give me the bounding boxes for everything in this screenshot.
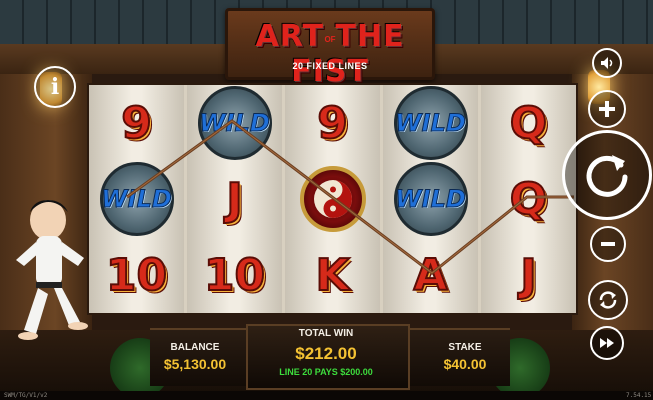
symbol-9: 9 — [120, 97, 153, 150]
symbol-9: 9 — [316, 97, 349, 150]
stake-value: $40.00 — [443, 356, 487, 372]
symbol-cell: WILD — [383, 161, 478, 237]
footer-bar — [0, 391, 653, 400]
info-icon: i — [50, 74, 60, 100]
karate-character — [16, 200, 88, 340]
symbol-cell: J — [481, 237, 576, 313]
minus-icon — [601, 242, 615, 246]
stake-label: STAKE — [448, 342, 482, 353]
yin-yang-icon — [299, 166, 366, 232]
symbol-10: 10 — [203, 249, 266, 302]
wild-symbol: WILD — [393, 86, 468, 160]
footer-version: 7.54.15 — [626, 392, 652, 399]
symbol-cell: WILD — [187, 85, 282, 161]
symbol-cell: K — [285, 237, 380, 313]
line-win-text: LINE 20 PAYS $200.00 — [279, 367, 373, 377]
symbol-cell: WILD — [89, 161, 184, 237]
game-scene: ART THE FIST OF 20 FIXED LINES 9 WILD 10… — [0, 0, 653, 400]
spin-button[interactable] — [562, 130, 652, 220]
balance-label: BALANCE — [170, 342, 220, 353]
footer-game-code: SWM/TG/V1/v2 — [4, 392, 48, 399]
reel-2: WILD J 10 — [187, 85, 282, 313]
game-logo: ART THE FIST OF 20 FIXED LINES — [225, 8, 435, 89]
symbol-cell: 9 — [89, 85, 184, 161]
autoplay-button[interactable] — [588, 280, 628, 320]
reel-1: 9 WILD 10 — [89, 85, 184, 313]
info-button[interactable]: i — [34, 66, 76, 108]
symbol-cell: J — [187, 161, 282, 237]
logo-title: ART THE FIST — [255, 19, 405, 89]
reel-grid: 9 WILD 10 WILD J 10 9 K WILD WILD A Q Q … — [87, 83, 578, 315]
fast-forward-icon — [600, 338, 614, 348]
speaker-icon — [601, 57, 613, 69]
symbol-cell: 10 — [89, 237, 184, 313]
total-win-label: TOTAL WIN — [298, 328, 354, 339]
turbo-button[interactable] — [590, 326, 624, 360]
decrease-stake-button[interactable] — [590, 226, 626, 262]
symbol-j: J — [225, 173, 243, 226]
symbol-cell: Q — [481, 85, 576, 161]
symbol-cell: 9 — [285, 85, 380, 161]
increase-stake-button[interactable] — [588, 90, 626, 128]
sound-button[interactable] — [592, 48, 622, 78]
fixed-lines-label: 20 FIXED LINES — [292, 61, 368, 71]
symbol-cell: WILD — [383, 85, 478, 161]
autoplay-icon — [599, 291, 617, 309]
reel-3: 9 K — [285, 85, 380, 313]
reel-5: Q Q J — [481, 85, 576, 313]
wild-symbol: WILD — [393, 162, 468, 236]
balance-value: $5,130.00 — [163, 356, 227, 372]
symbol-10: 10 — [105, 249, 168, 302]
symbol-cell: A — [383, 237, 478, 313]
symbol-a: A — [412, 249, 448, 302]
reel-4: WILD WILD A — [383, 85, 478, 313]
symbol-q: Q — [509, 97, 548, 150]
spin-icon — [586, 155, 628, 197]
symbol-q: Q — [509, 173, 548, 226]
symbol-cell — [285, 161, 380, 237]
symbol-k: K — [314, 249, 350, 302]
plus-icon — [599, 101, 615, 117]
wild-symbol: WILD — [197, 86, 272, 160]
symbol-cell: 10 — [187, 237, 282, 313]
total-win-value: $212.00 — [295, 344, 357, 363]
wild-symbol: WILD — [99, 162, 174, 236]
symbol-j: J — [519, 249, 537, 302]
